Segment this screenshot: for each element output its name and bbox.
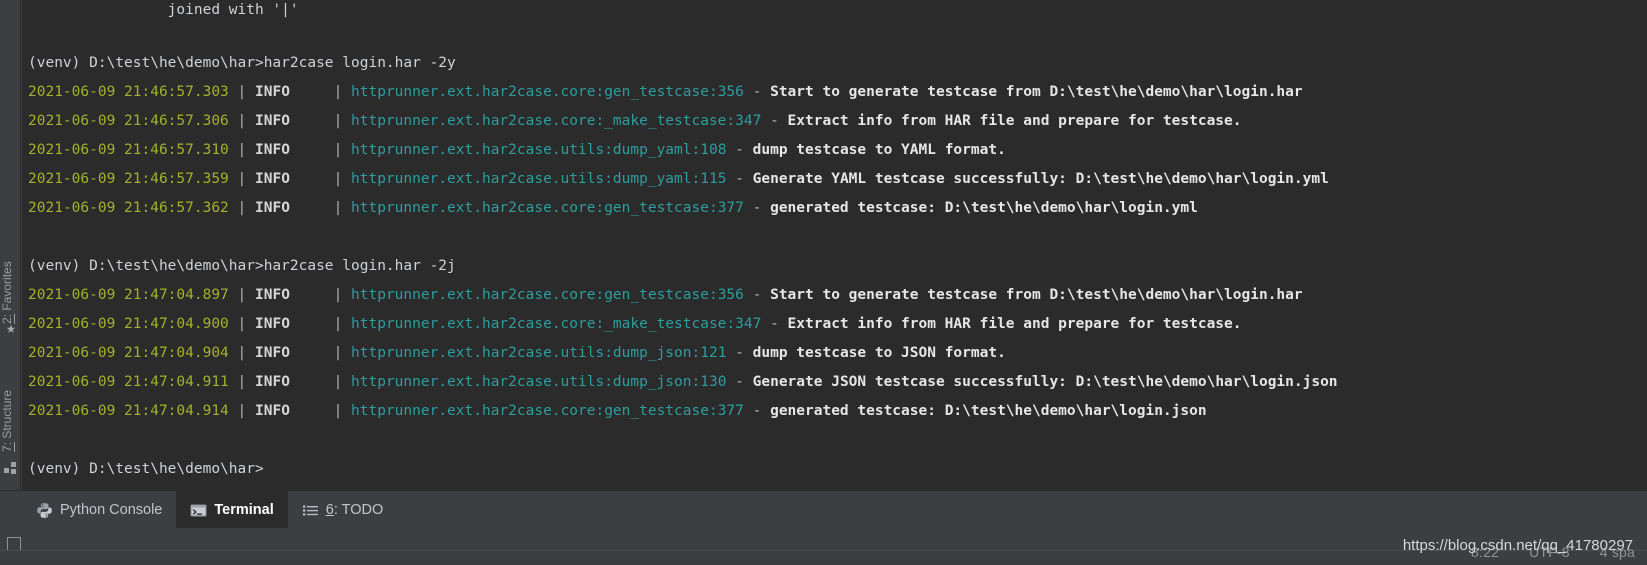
terminal-prompt-line: (venv) D:\test\he\demo\har>har2case logi… [28, 258, 456, 274]
status-divider [0, 550, 1647, 551]
tab-terminal[interactable]: Terminal [176, 491, 288, 529]
python-icon [36, 502, 53, 519]
pycharm-terminal-window: 2: Favorites ★ 7: Structure joined with … [0, 0, 1647, 565]
terminal-log-line: 2021-06-09 21:46:57.310 | INFO | httprun… [28, 142, 1006, 158]
sidebar-item-favorites[interactable]: 2: Favorites [0, 238, 21, 324]
sidebar-item-favorites-label: Favorites [0, 261, 14, 314]
terminal-log-line: 2021-06-09 21:47:04.897 | INFO | httprun… [28, 287, 1303, 303]
tool-window-tabbar: Python Console Terminal 6: TODO [0, 490, 1647, 529]
terminal-log-line: 2021-06-09 21:46:57.303 | INFO | httprun… [28, 84, 1303, 100]
tab-terminal-label: Terminal [214, 502, 274, 518]
terminal-prompt-line: (venv) D:\test\he\demo\har> [28, 461, 264, 477]
terminal-log-line: 2021-06-09 21:46:57.359 | INFO | httprun… [28, 171, 1329, 187]
status-checkbox-icon[interactable] [7, 537, 21, 551]
sidebar-item-structure-number: 7: [0, 441, 14, 452]
terminal-log-line: 2021-06-09 21:47:04.914 | INFO | httprun… [28, 403, 1207, 419]
terminal-log-line: 2021-06-09 21:47:04.911 | INFO | httprun… [28, 374, 1338, 390]
watermark-url: https://blog.csdn.net/qq_41780297 [1402, 537, 1633, 554]
terminal-log-line: 2021-06-09 21:47:04.900 | INFO | httprun… [28, 316, 1242, 332]
terminal-log-line: 2021-06-09 21:46:57.362 | INFO | httprun… [28, 200, 1198, 216]
terminal-log-line: 2021-06-09 21:46:57.306 | INFO | httprun… [28, 113, 1242, 129]
status-bar: 8:22 UTF-8 4 spa [0, 528, 1647, 565]
sidebar-item-structure-label: Structure [0, 389, 14, 442]
tab-todo-mnemonic: 6 [325, 502, 334, 518]
todo-list-icon [302, 502, 319, 519]
terminal-prompt-line: (venv) D:\test\he\demo\har>har2case logi… [28, 55, 456, 71]
terminal-log-line: 2021-06-09 21:47:04.904 | INFO | httprun… [28, 345, 1006, 361]
grid-icon[interactable] [4, 462, 17, 475]
tab-todo-label: 6: TODO [326, 502, 384, 518]
terminal-icon [190, 502, 207, 519]
terminal-text-line: joined with '|' [28, 2, 299, 18]
terminal-console[interactable]: joined with '|' (venv) D:\test\he\demo\h… [22, 0, 1647, 490]
tab-python-console-label: Python Console [60, 502, 163, 518]
star-icon[interactable]: ★ [3, 320, 19, 336]
tab-todo-text: : TODO [333, 502, 384, 518]
terminal-output: joined with '|' (venv) D:\test\he\demo\h… [22, 0, 1647, 484]
tab-todo[interactable]: 6: TODO [288, 491, 398, 529]
sidebar-item-structure[interactable]: 7: Structure [0, 370, 21, 452]
left-tool-strip: 2: Favorites ★ 7: Structure [0, 0, 21, 519]
tab-python-console[interactable]: Python Console [22, 491, 176, 529]
